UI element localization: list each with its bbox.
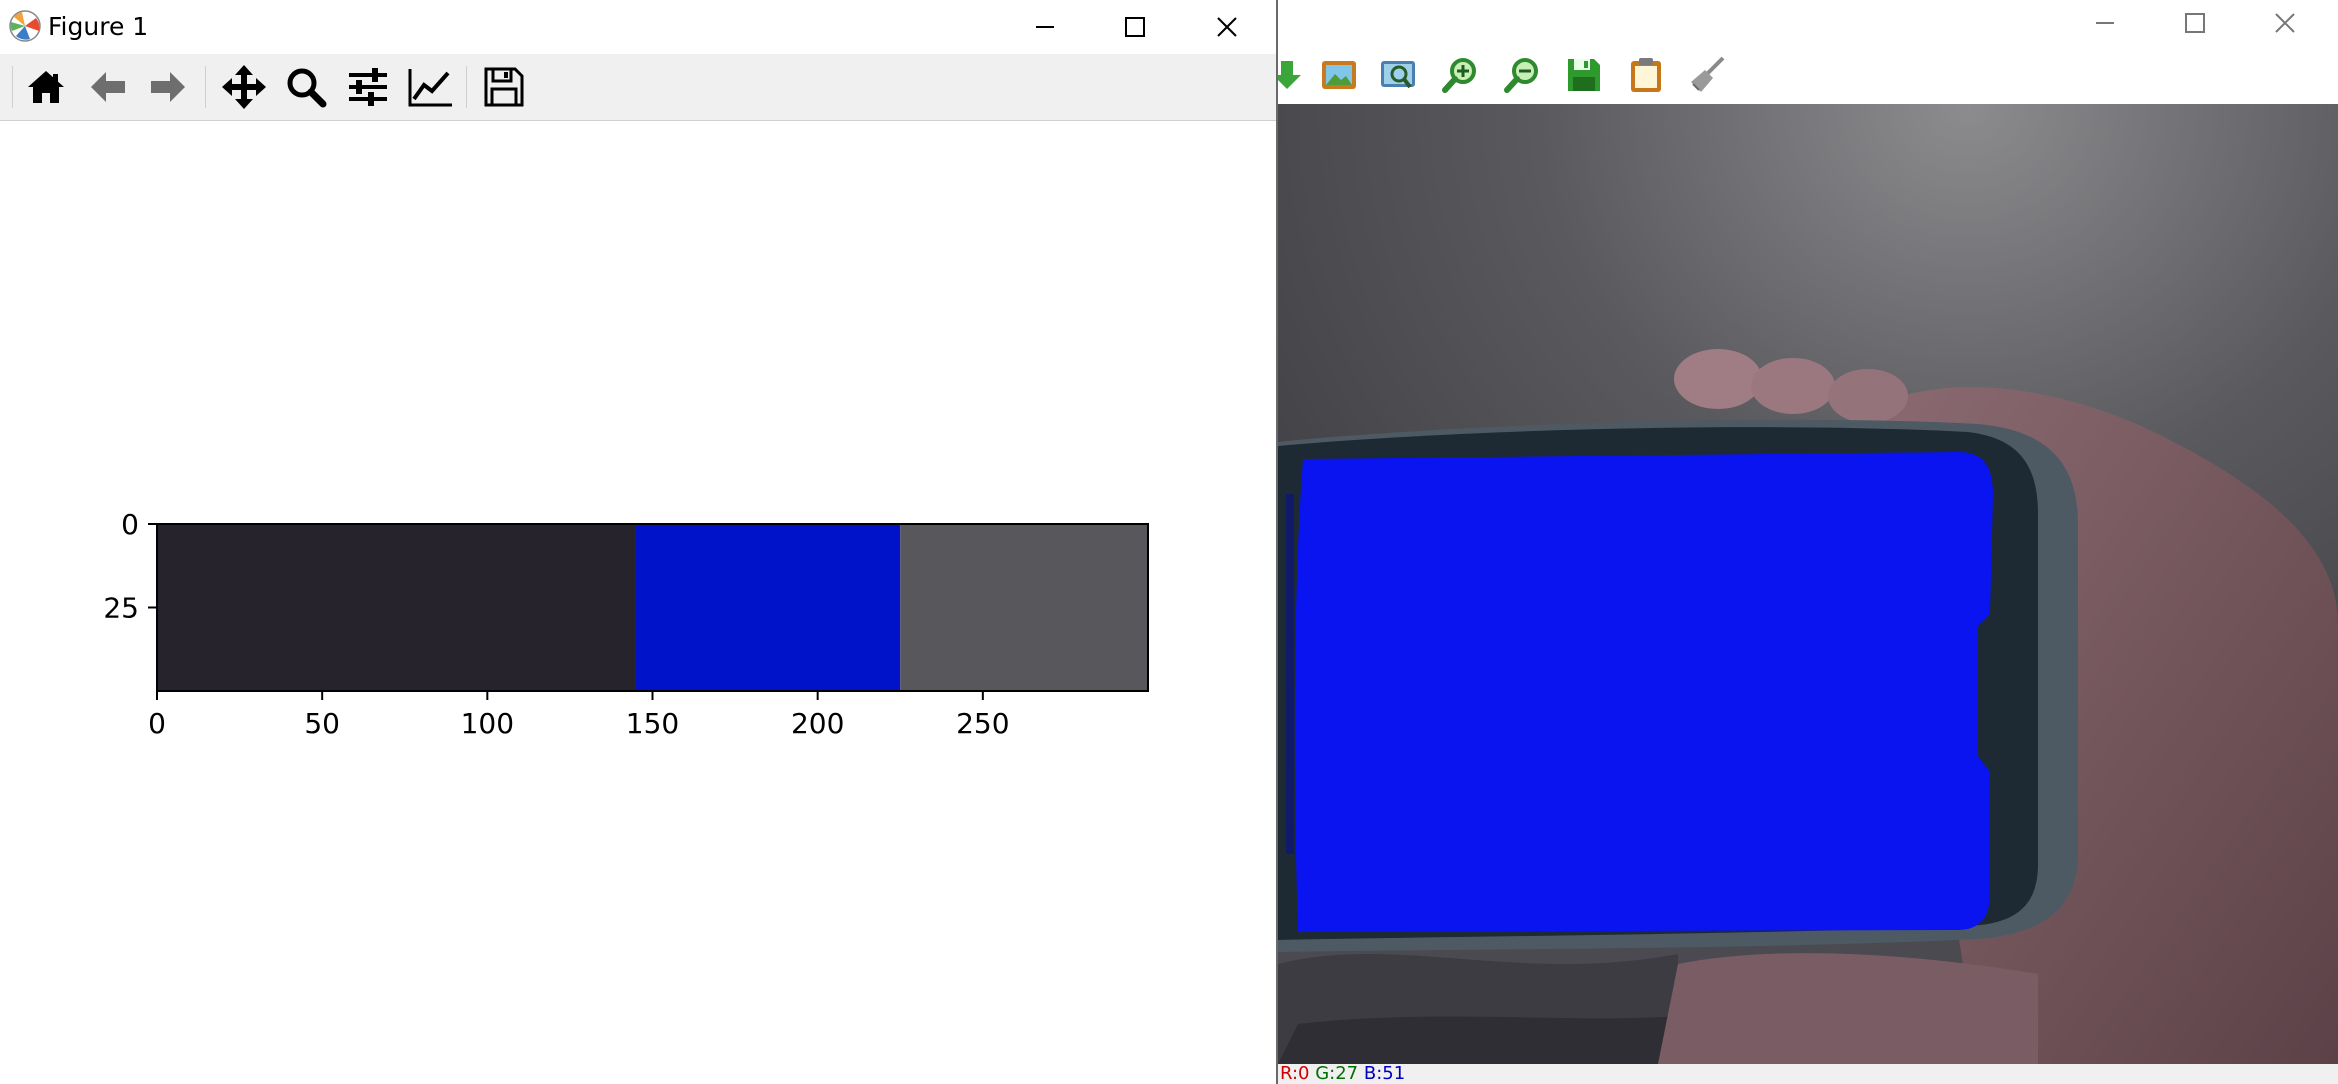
image-icon xyxy=(1322,61,1356,89)
status-red-value: R:0 xyxy=(1280,1064,1310,1084)
navigation-toolbar xyxy=(0,54,1276,121)
x-tick-label: 150 xyxy=(626,707,679,740)
image-viewer-window: R:0 G:27 B:51 xyxy=(1278,0,2338,1084)
camera-image[interactable] xyxy=(1278,104,2338,1064)
zoom-out-button[interactable] xyxy=(1499,52,1545,98)
title-bar: Figure 1 xyxy=(0,0,1276,54)
edit-axis-icon xyxy=(408,69,452,107)
figure-window: Figure 1 0 50 100 150 200 250 0 25 xyxy=(0,0,1276,1084)
close-icon xyxy=(2275,13,2295,33)
webcam-frame xyxy=(1278,104,2338,1064)
x-tick-label: 200 xyxy=(791,707,844,740)
minimize-button[interactable] xyxy=(1000,0,1090,54)
x-tick-label: 50 xyxy=(304,707,340,740)
download-icon xyxy=(1278,61,1301,89)
back-icon xyxy=(91,72,125,102)
window-title: Figure 1 xyxy=(48,12,149,41)
x-tick-label: 100 xyxy=(461,707,514,740)
color-segment-3 xyxy=(900,524,1148,691)
back-button[interactable] xyxy=(81,60,135,114)
y-tick-label: 0 xyxy=(121,508,139,541)
color-bar-chart: 0 50 100 150 200 250 0 25 xyxy=(103,508,1149,740)
open-image-button[interactable] xyxy=(1316,52,1362,98)
viewer-toolbar xyxy=(1278,46,2338,104)
status-green-value: G:27 xyxy=(1315,1064,1359,1084)
close-icon xyxy=(1217,17,1237,37)
pan-button[interactable] xyxy=(217,60,271,114)
copy-to-clipboard-button[interactable] xyxy=(1623,52,1669,98)
clear-icon xyxy=(1691,56,1725,92)
edit-axis-button[interactable] xyxy=(403,60,457,114)
forward-button[interactable] xyxy=(141,60,195,114)
save-figure-button[interactable] xyxy=(477,60,531,114)
x-tick-label: 0 xyxy=(148,707,166,740)
y-tick-label: 25 xyxy=(103,592,139,625)
zoom-out-icon xyxy=(1504,58,1538,93)
minimize-icon xyxy=(2096,22,2114,24)
zoom-in-icon xyxy=(1442,58,1476,93)
toolbar-grip xyxy=(12,66,13,108)
color-segment-1 xyxy=(157,524,636,691)
zoom-icon xyxy=(287,68,327,108)
zoom-region-icon xyxy=(1381,61,1415,89)
maximize-icon xyxy=(2185,13,2205,33)
close-button[interactable] xyxy=(1182,0,1272,54)
minimize-icon xyxy=(1036,26,1054,28)
toolbar-separator xyxy=(205,66,206,108)
pan-icon xyxy=(222,65,266,109)
home-button[interactable] xyxy=(19,60,73,114)
configure-subplots-icon xyxy=(349,68,387,106)
home-icon xyxy=(28,71,64,103)
x-tick-label: 250 xyxy=(956,707,1009,740)
zoom-in-button[interactable] xyxy=(1437,52,1483,98)
save-image-button[interactable] xyxy=(1561,52,1607,98)
viewer-close-button[interactable] xyxy=(2240,0,2330,50)
save-icon xyxy=(484,67,524,107)
pixel-status-bar: R:0 G:27 B:51 xyxy=(1278,1064,2338,1084)
clipboard-icon xyxy=(1631,58,1661,92)
status-blue-value: B:51 xyxy=(1363,1064,1406,1084)
download-button[interactable] xyxy=(1278,52,1310,98)
maximize-button[interactable] xyxy=(1090,0,1180,54)
zoom-region-button[interactable] xyxy=(1375,52,1421,98)
viewer-title-bar xyxy=(1278,0,2338,46)
viewer-maximize-button[interactable] xyxy=(2150,0,2240,50)
maximize-icon xyxy=(1125,17,1145,37)
zoom-button[interactable] xyxy=(279,60,333,114)
viewer-minimize-button[interactable] xyxy=(2060,0,2150,50)
toolbar-separator xyxy=(466,66,467,108)
save-icon xyxy=(1568,59,1600,91)
plot-canvas[interactable]: 0 50 100 150 200 250 0 25 xyxy=(0,121,1276,1084)
color-segment-2 xyxy=(635,524,901,691)
configure-subplots-button[interactable] xyxy=(341,60,395,114)
forward-icon xyxy=(151,72,185,102)
matplotlib-app-icon xyxy=(8,9,42,43)
clear-button[interactable] xyxy=(1685,52,1731,98)
